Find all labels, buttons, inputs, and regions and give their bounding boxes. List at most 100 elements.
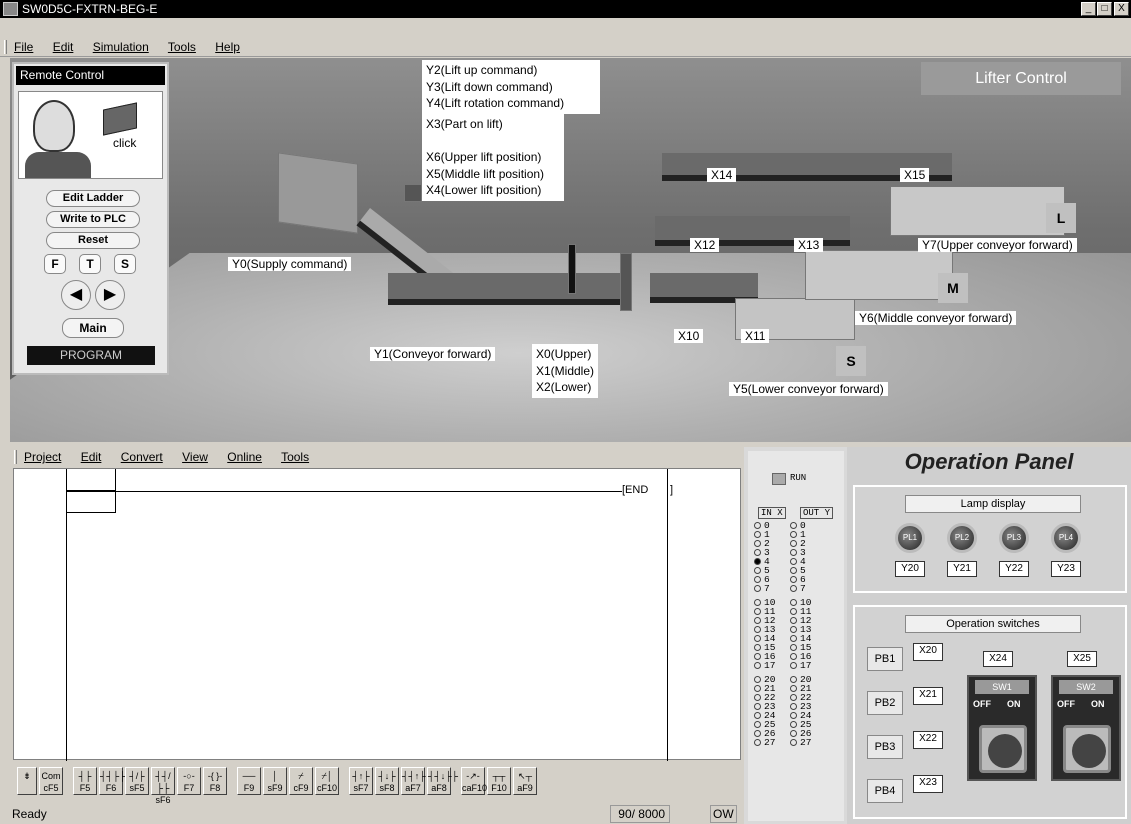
- input-led: [754, 625, 761, 633]
- toolbar-button-8[interactable]: ── F9: [237, 767, 261, 795]
- label-y3: Y3(Lift down command): [426, 79, 553, 94]
- main-conveyor: [388, 273, 626, 305]
- output-led: [790, 720, 797, 728]
- maximize-button[interactable]: □: [1097, 2, 1112, 16]
- toolbar-button-3[interactable]: ┤┤├├ F6: [99, 767, 126, 795]
- lamp-output-4: Y23: [1051, 561, 1081, 577]
- toolbar-symbol-icon: Com: [41, 771, 61, 781]
- input-led: [754, 557, 761, 565]
- toolbar-button-11[interactable]: ⌿│ cF10: [315, 767, 339, 795]
- toolbar-button-9[interactable]: │ sF9: [263, 767, 287, 795]
- main-menu-bar: File Edit Simulation Tools Help: [0, 37, 1131, 57]
- output-led: [790, 625, 797, 633]
- io-row: 11: [754, 530, 806, 539]
- toolbar-button-16[interactable]: -↗- caF10: [461, 767, 488, 795]
- main-button[interactable]: Main: [62, 318, 124, 338]
- output-led: [790, 643, 797, 651]
- ladder-cursor[interactable]: [66, 491, 116, 513]
- selector-switch-1[interactable]: SW1 OFF ON: [967, 675, 1037, 781]
- lift-command-labels: Y2(Lift up command) Y3(Lift down command…: [422, 60, 600, 114]
- toolbar-button-1[interactable]: Com cF5: [39, 767, 63, 795]
- output-led: [790, 575, 797, 583]
- close-button[interactable]: X: [1114, 2, 1129, 16]
- toolbar-key-label: F6: [105, 783, 117, 793]
- editor-menu-convert[interactable]: Convert: [121, 450, 163, 464]
- output-led: [790, 729, 797, 737]
- output-led: [790, 738, 797, 746]
- editor-menu-tools[interactable]: Tools: [281, 450, 309, 464]
- push-button-4[interactable]: PB4: [867, 779, 903, 803]
- right-power-rail: [667, 469, 668, 761]
- toolbar-symbol-icon: ┤├: [78, 771, 92, 781]
- toolbar-button-7[interactable]: -{ }- F8: [203, 767, 227, 795]
- t-button[interactable]: T: [79, 254, 101, 274]
- toolbar-key-label: F9: [243, 783, 255, 793]
- output-led: [790, 548, 797, 556]
- s-button[interactable]: S: [114, 254, 136, 274]
- toolbar-button-2[interactable]: ┤├ F5: [73, 767, 97, 795]
- editor-menu-edit[interactable]: Edit: [81, 450, 102, 464]
- reset-button[interactable]: Reset: [46, 232, 140, 249]
- edit-ladder-button[interactable]: Edit Ladder: [46, 190, 140, 207]
- toolbar-symbol-icon: ┤┤├├: [100, 771, 126, 781]
- editor-menu-bar: Project Edit Convert View Online Tools: [10, 447, 744, 467]
- push-button-2[interactable]: PB2: [867, 691, 903, 715]
- minimize-button[interactable]: _: [1081, 2, 1096, 16]
- end-instruction[interactable]: [END: [622, 484, 648, 496]
- write-to-plc-button[interactable]: Write to PLC: [46, 211, 140, 228]
- toolbar-key-label: F10: [491, 783, 507, 793]
- f-button[interactable]: F: [44, 254, 66, 274]
- output-led: [790, 634, 797, 642]
- instructor-image[interactable]: click: [18, 91, 163, 179]
- input-led: [754, 711, 761, 719]
- toolbar-button-6[interactable]: -○- F7: [177, 767, 201, 795]
- next-arrow-icon[interactable]: ▶: [95, 280, 125, 310]
- mode-display: PROGRAM: [27, 346, 155, 365]
- menu-help[interactable]: Help: [215, 40, 240, 54]
- body-icon: [25, 152, 91, 178]
- push-button-1[interactable]: PB1: [867, 647, 903, 671]
- menu-file[interactable]: File: [14, 40, 33, 54]
- box-label-m: M: [938, 273, 968, 303]
- menu-edit[interactable]: Edit: [53, 40, 74, 54]
- toolbar-button-15[interactable]: ┤┤↓├├ aF8: [427, 767, 458, 795]
- input-number: 17: [764, 660, 776, 671]
- label-y5: Y5(Lower conveyor forward): [729, 382, 888, 396]
- toolbar-button-5[interactable]: ┤┤/├├ sF6: [151, 767, 175, 805]
- toolbar-symbol-icon: -{ }-: [207, 771, 223, 781]
- switch-on-label: ON: [1007, 699, 1021, 709]
- switch-off-label: OFF: [1057, 699, 1075, 709]
- menu-simulation[interactable]: Simulation: [93, 40, 149, 54]
- toolbar-button-14[interactable]: ┤┤↑├├ aF7: [401, 767, 432, 795]
- prev-arrow-icon[interactable]: ◀: [61, 280, 91, 310]
- editor-menu-online[interactable]: Online: [227, 450, 262, 464]
- selector-switch-2[interactable]: SW2 OFF ON: [1051, 675, 1121, 781]
- ladder-canvas[interactable]: [END ]: [13, 468, 741, 761]
- push-button-3[interactable]: PB3: [867, 735, 903, 759]
- menu-tools[interactable]: Tools: [168, 40, 196, 54]
- label-x14: X14: [707, 168, 737, 182]
- editor-menu-project[interactable]: Project: [24, 450, 61, 464]
- switch-knob-icon[interactable]: [1063, 725, 1111, 773]
- input-led: [754, 738, 761, 746]
- toolbar-button-4[interactable]: ┤/├ sF5: [125, 767, 149, 795]
- editor-menu-view[interactable]: View: [182, 450, 208, 464]
- operation-panel-title: Operation Panel: [904, 449, 1074, 474]
- lamp-output-3: Y22: [999, 561, 1029, 577]
- toolbar-button-18[interactable]: ↖┬ aF9: [513, 767, 537, 795]
- input-led: [754, 720, 761, 728]
- run-led: [772, 473, 786, 485]
- operation-switches-panel: Operation switches PB1 X20 PB2 X21 PB3 X22 PB4…: [853, 605, 1127, 819]
- toolbar-key-label: aF7: [405, 783, 421, 793]
- toolbar-button-10[interactable]: ⌿ cF9: [289, 767, 313, 795]
- switch-knob-icon[interactable]: [979, 725, 1027, 773]
- toolbar-key-label: caF10: [462, 783, 488, 793]
- toolbar-button-13[interactable]: ┤↓├ sF8: [375, 767, 399, 795]
- io-row: 33: [754, 548, 806, 557]
- toolbar-button-12[interactable]: ┤↑├ sF7: [349, 767, 373, 795]
- toolbar-button-0[interactable]: ⇟: [17, 767, 37, 795]
- status-ready: Ready: [12, 807, 47, 821]
- switch-label-1: SW1: [975, 680, 1029, 694]
- out-y-header: OUT Y: [800, 507, 834, 519]
- toolbar-button-17[interactable]: ┬┬ F10: [487, 767, 511, 795]
